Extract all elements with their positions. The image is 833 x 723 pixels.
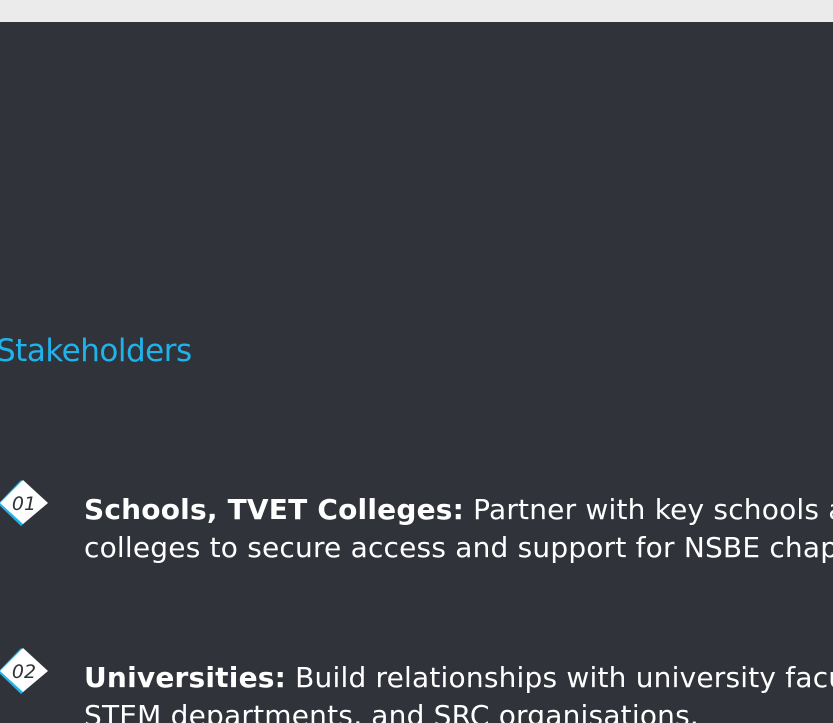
item-label: Universities:: [84, 661, 287, 694]
item-text-line-1: Build relationships with university facu…: [295, 661, 833, 694]
diamond-number-icon: 01: [0, 478, 48, 526]
item-text-line-2: STEM departments, and SRC organisations.: [84, 699, 700, 723]
item-description: Schools, TVET Colleges: Partner with key…: [84, 491, 833, 567]
item-text-line-2: colleges to secure access and support fo…: [84, 531, 833, 564]
item-number: 01: [12, 493, 36, 515]
slide-heading: Stakeholders: [0, 333, 192, 369]
item-description: Universities: Build relationships with u…: [84, 659, 833, 723]
diamond-number-icon: 02: [0, 646, 48, 694]
item-number: 02: [12, 661, 36, 683]
item-line-1: Schools, TVET Colleges: Partner with key…: [84, 491, 833, 529]
item-label: Schools, TVET Colleges:: [84, 493, 465, 526]
window-top-bar: [0, 0, 833, 22]
slide-canvas: Stakeholders 01 Schools, TVET Colleges: …: [0, 22, 833, 723]
item-line-1: Universities: Build relationships with u…: [84, 659, 833, 697]
item-text-line-1: Partner with key schools and: [473, 493, 833, 526]
